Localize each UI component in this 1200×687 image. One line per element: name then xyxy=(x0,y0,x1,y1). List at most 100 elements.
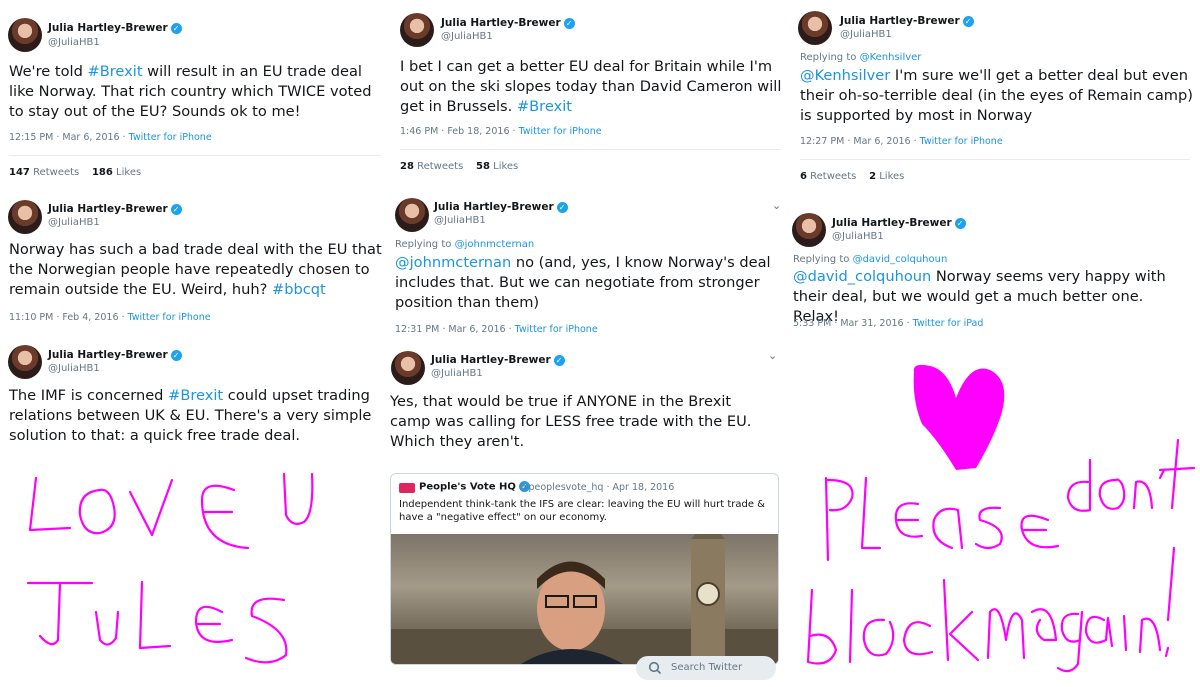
author-name-text: Julia Hartley-Brewer xyxy=(840,15,960,27)
tweet-card-6[interactable]: Julia Hartley-Brewer ✓ @JuliaHB1 Replying… xyxy=(785,208,1200,343)
tweet-meta: 12:15 PM · Mar 6, 2016 · Twitter for iPh… xyxy=(9,132,212,143)
author-name-text: Julia Hartley-Brewer xyxy=(48,203,168,215)
tweet-card-2[interactable]: Julia Hartley-Brewer ✓ @JuliaHB1 I bet I … xyxy=(392,5,787,185)
verified-icon: ✓ xyxy=(954,217,966,229)
author-name[interactable]: Julia Hartley-Brewer ✓ xyxy=(441,17,575,29)
tweet-time[interactable]: 12:15 PM · Mar 6, 2016 xyxy=(9,132,120,143)
tweet-meta: 12:27 PM · Mar 6, 2016 · Twitter for iPh… xyxy=(800,136,1003,147)
author-name-text: Julia Hartley-Brewer xyxy=(48,22,168,34)
like-count[interactable]: 2 xyxy=(869,171,876,182)
tweet-meta: 5:33 PM · Mar 31, 2016 · Twitter for iPa… xyxy=(793,318,984,329)
chevron-down-icon[interactable]: ⌄ xyxy=(772,199,781,212)
author-name[interactable]: Julia Hartley-Brewer ✓ xyxy=(840,15,974,27)
tweet-text: The IMF is concerned #Brexit could upset… xyxy=(9,387,372,444)
avatar[interactable] xyxy=(8,200,42,234)
search-input[interactable]: Search Twitter xyxy=(636,656,776,680)
avatar[interactable] xyxy=(395,198,429,232)
tweet-meta: 12:31 PM · Mar 6, 2016 · Twitter for iPh… xyxy=(395,324,598,335)
like-count[interactable]: 186 xyxy=(92,167,113,178)
tweet-time[interactable]: 11:10 PM · Feb 4, 2016 xyxy=(9,312,118,323)
tweet-source[interactable]: Twitter for iPhone xyxy=(519,126,602,137)
retweets-label: Retweets xyxy=(810,171,857,182)
author-name[interactable]: Julia Hartley-Brewer ✓ xyxy=(832,217,966,229)
quote-author-name[interactable]: People's Vote HQ ✓ xyxy=(419,481,530,493)
quote-text: Independent think-tank the IFS are clear… xyxy=(399,499,765,523)
author-handle: @JuliaHB1 xyxy=(431,368,483,379)
retweet-count[interactable]: 147 xyxy=(9,167,30,178)
heart-icon xyxy=(913,364,1005,470)
author-name-text: Julia Hartley-Brewer xyxy=(434,201,554,213)
author-handle: @JuliaHB1 xyxy=(48,37,100,48)
tweet-time[interactable]: 5:33 PM · Mar 31, 2016 xyxy=(793,318,904,329)
retweet-count[interactable]: 6 xyxy=(800,171,807,182)
avatar[interactable] xyxy=(391,351,425,385)
scrawl-love-u xyxy=(28,472,314,550)
author-name[interactable]: Julia Hartley-Brewer ✓ xyxy=(431,354,565,366)
avatar[interactable] xyxy=(8,18,42,52)
tweet-card-3[interactable]: Julia Hartley-Brewer ✓ @JuliaHB1 Replying… xyxy=(790,5,1200,195)
quote-video-thumbnail[interactable] xyxy=(391,519,778,664)
divider xyxy=(400,149,780,150)
tweet-meta: 1:46 PM · Feb 18, 2016 · Twitter for iPh… xyxy=(400,126,602,137)
quoted-tweet[interactable]: People's Vote HQ ✓ @peoplesvote_hq · Apr … xyxy=(390,473,779,665)
reply-to-link[interactable]: @johnmcternan xyxy=(455,239,535,250)
tweet-stats: 6 Retweets 2 Likes xyxy=(800,171,904,182)
tweet-card-7[interactable]: Julia Hartley-Brewer ✓ @JuliaHB1 The IMF … xyxy=(0,342,390,454)
tweet-text: I bet I can get a better EU deal for Bri… xyxy=(400,58,782,115)
avatar[interactable] xyxy=(798,11,832,45)
tweet-source[interactable]: Twitter for iPhone xyxy=(920,136,1003,147)
divider xyxy=(9,155,381,156)
search-placeholder: Search Twitter xyxy=(671,662,743,673)
verified-icon: ✓ xyxy=(962,15,974,27)
retweets-label: Retweets xyxy=(417,161,464,172)
tweet-source[interactable]: Twitter for iPhone xyxy=(515,324,598,335)
tweet-source[interactable]: Twitter for iPhone xyxy=(128,312,211,323)
tweet-stats: 28 Retweets 58 Likes xyxy=(400,161,518,172)
divider xyxy=(800,159,1190,160)
tweet-card-1[interactable]: Julia Hartley-Brewer ✓ @JuliaHB1 We're to… xyxy=(0,10,390,190)
reply-to-link[interactable]: @david_colquhoun xyxy=(853,254,948,265)
scrawl-again xyxy=(1030,546,1176,673)
author-handle: @JuliaHB1 xyxy=(441,31,493,42)
chevron-down-icon[interactable]: ⌄ xyxy=(768,349,777,362)
tweet-time[interactable]: 12:27 PM · Mar 6, 2016 xyxy=(800,136,911,147)
author-handle: @JuliaHB1 xyxy=(434,215,486,226)
tweet-text: @Kenhsilver I'm sure we'll get a better … xyxy=(800,67,1193,124)
retweet-count[interactable]: 28 xyxy=(400,161,414,172)
verified-icon: ✓ xyxy=(170,349,182,361)
reply-context: Replying to @david_colquhoun xyxy=(793,254,947,265)
verified-icon: ✓ xyxy=(563,17,575,29)
tweet-text: Yes, that would be true if ANYONE in the… xyxy=(390,393,752,450)
tweet-stats: 147 Retweets 186 Likes xyxy=(9,167,141,178)
retweets-label: Retweets xyxy=(33,167,80,178)
author-handle: @JuliaHB1 xyxy=(840,29,892,40)
scrawl-please xyxy=(824,476,1060,562)
tweet-source[interactable]: Twitter for iPad xyxy=(913,318,984,329)
reply-prefix: Replying to xyxy=(395,239,452,250)
like-count[interactable]: 58 xyxy=(476,161,490,172)
tweet-card-4[interactable]: Julia Hartley-Brewer ✓ @JuliaHB1 Norway h… xyxy=(0,195,390,335)
verified-icon: ✓ xyxy=(170,203,182,215)
tweet-time[interactable]: 1:46 PM · Feb 18, 2016 xyxy=(400,126,509,137)
reply-to-link[interactable]: @Kenhsilver xyxy=(860,52,922,63)
author-handle: @JuliaHB1 xyxy=(48,217,100,228)
scrawl-jules xyxy=(26,580,288,664)
likes-label: Likes xyxy=(493,161,519,172)
avatar[interactable] xyxy=(792,213,826,247)
tweet-source[interactable]: Twitter for iPhone xyxy=(129,132,212,143)
scrawl-block-me xyxy=(806,578,1026,665)
author-name[interactable]: Julia Hartley-Brewer ✓ xyxy=(434,201,568,213)
author-name[interactable]: Julia Hartley-Brewer ✓ xyxy=(48,349,182,361)
author-name[interactable]: Julia Hartley-Brewer ✓ xyxy=(48,203,182,215)
author-name-text: Julia Hartley-Brewer xyxy=(48,349,168,361)
tweet-time[interactable]: 12:31 PM · Mar 6, 2016 xyxy=(395,324,506,335)
tweet-card-8[interactable]: Julia Hartley-Brewer ✓ @JuliaHB1 ⌄ Yes, t… xyxy=(382,343,780,468)
tweet-text: We're told #Brexit will result in an EU … xyxy=(9,63,372,120)
avatar[interactable] xyxy=(8,345,42,379)
avatar[interactable] xyxy=(400,13,434,47)
quote-handle: @peoplesvote_hq · Apr 18, 2016 xyxy=(519,482,675,493)
tweet-card-5[interactable]: Julia Hartley-Brewer ✓ @JuliaHB1 ⌄ Replyi… xyxy=(386,193,786,341)
author-name[interactable]: Julia Hartley-Brewer ✓ xyxy=(48,22,182,34)
author-name-text: Julia Hartley-Brewer xyxy=(441,17,561,29)
verified-icon: ✓ xyxy=(553,354,565,366)
